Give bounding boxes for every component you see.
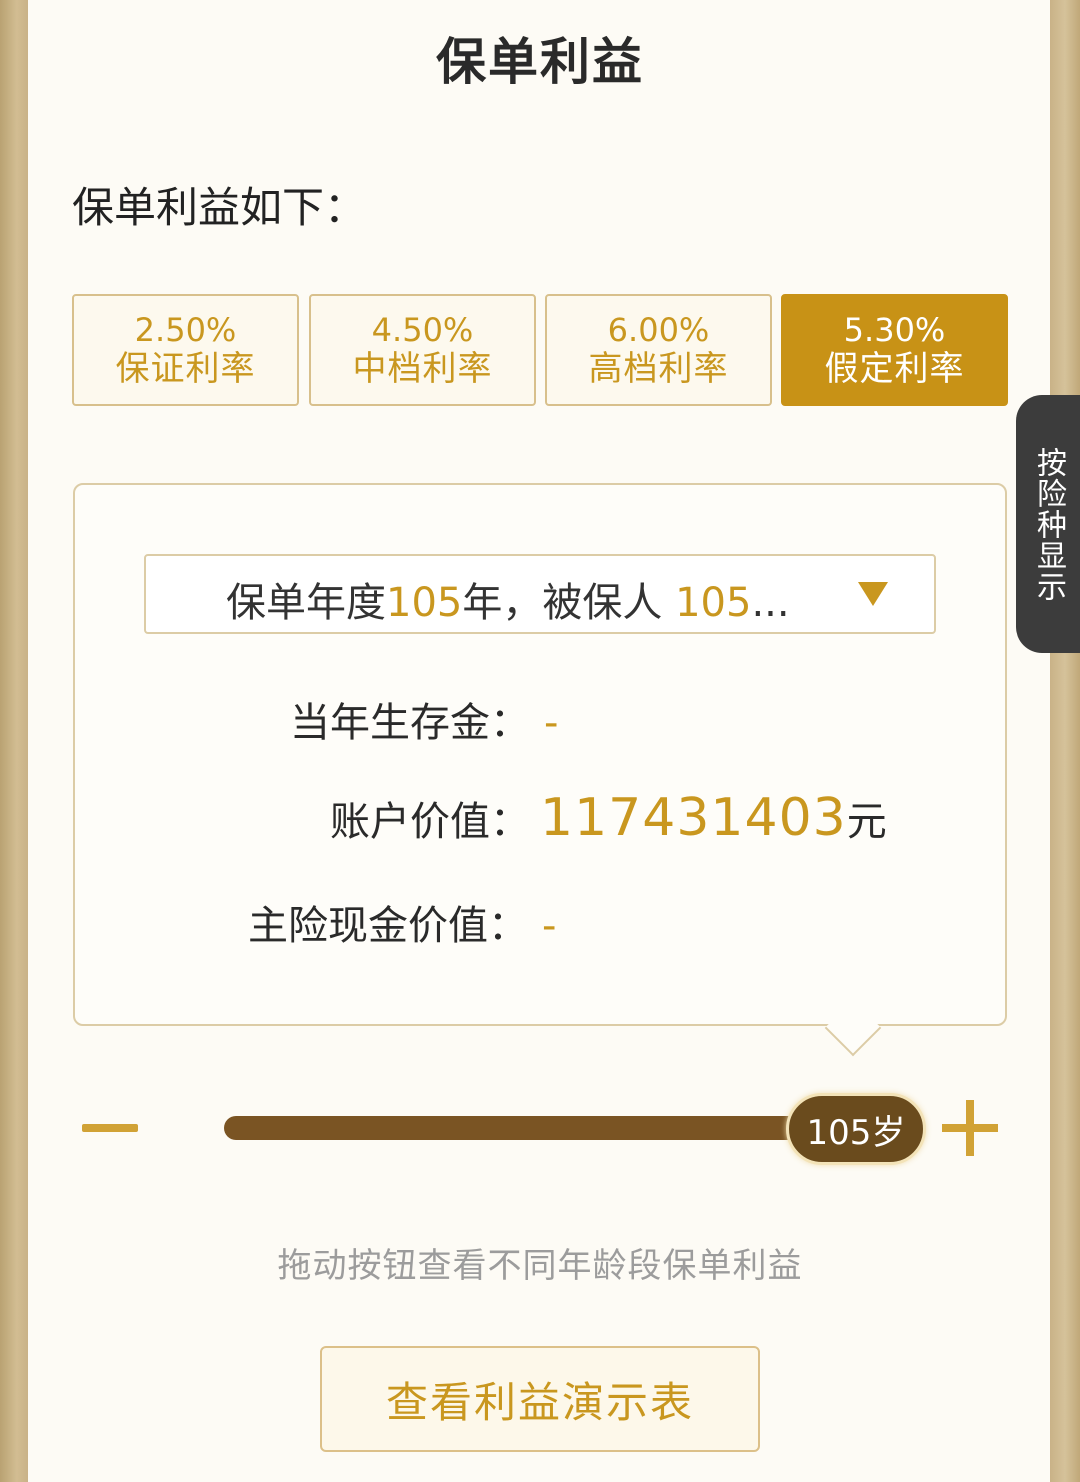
- side-tab-label: 按险种显示: [1031, 446, 1066, 602]
- rate-tab-assumed[interactable]: 5.30% 假定利率: [781, 294, 1008, 406]
- rate-tab-medium[interactable]: 4.50% 中档利率: [309, 294, 536, 406]
- cash-value-row: 主险现金价值： -: [248, 893, 556, 951]
- year-prefix: 保单年度: [226, 580, 386, 626]
- policy-year-dropdown[interactable]: 保单年度105年，被保人 105...: [144, 554, 936, 634]
- survival-benefit-row: 当年生存金： -: [290, 690, 558, 748]
- rate-value: 5.30%: [843, 311, 946, 349]
- rate-label: 高档利率: [588, 349, 729, 389]
- rate-label: 中档利率: [352, 349, 493, 389]
- account-value-unit: 元: [846, 799, 887, 845]
- cash-value-label: 主险现金价值：: [248, 903, 528, 949]
- minus-icon[interactable]: [82, 1124, 138, 1132]
- policy-year-value: 105: [386, 580, 463, 626]
- account-value-row: 账户价值： 117431403元: [330, 788, 887, 848]
- ellipsis: ...: [751, 580, 790, 626]
- page-title: 保单利益: [436, 33, 644, 91]
- benefits-intro-label: 保单利益如下：: [72, 183, 367, 232]
- account-value-amount: 117431403: [540, 788, 847, 848]
- rate-tabs: 2.50% 保证利率 4.50% 中档利率 6.00% 高档利率 5.30% 假…: [72, 294, 1010, 406]
- rate-label: 假定利率: [824, 349, 965, 389]
- survival-benefit-value: -: [544, 700, 559, 746]
- plus-icon-vertical: [966, 1100, 974, 1156]
- slider-hint: 拖动按钮查看不同年龄段保单利益: [277, 1246, 803, 1286]
- survival-benefit-label: 当年生存金：: [290, 700, 530, 746]
- account-value-label: 账户价值：: [330, 799, 530, 845]
- insured-age-value: 105: [675, 580, 752, 626]
- rate-tab-guaranteed[interactable]: 2.50% 保证利率: [72, 294, 299, 406]
- rate-tab-high[interactable]: 6.00% 高档利率: [545, 294, 772, 406]
- view-benefit-table-button[interactable]: 查看利益演示表: [320, 1346, 760, 1452]
- chevron-down-icon: [858, 582, 888, 606]
- show-by-insurance-type-tab[interactable]: 按险种显示: [1016, 395, 1080, 653]
- policy-year-text: 保单年度105年，被保人 105...: [226, 570, 790, 628]
- age-slider-track[interactable]: [224, 1116, 844, 1140]
- year-mid: 年，被保人: [462, 580, 663, 626]
- rate-value: 2.50%: [134, 311, 237, 349]
- rate-value: 6.00%: [607, 311, 710, 349]
- cash-value-value: -: [542, 903, 557, 949]
- plus-icon[interactable]: [942, 1100, 998, 1156]
- slider-age-label: 105岁: [806, 1112, 906, 1153]
- rate-label: 保证利率: [115, 349, 256, 389]
- rate-value: 4.50%: [371, 311, 474, 349]
- age-slider-thumb[interactable]: 105岁: [786, 1093, 926, 1165]
